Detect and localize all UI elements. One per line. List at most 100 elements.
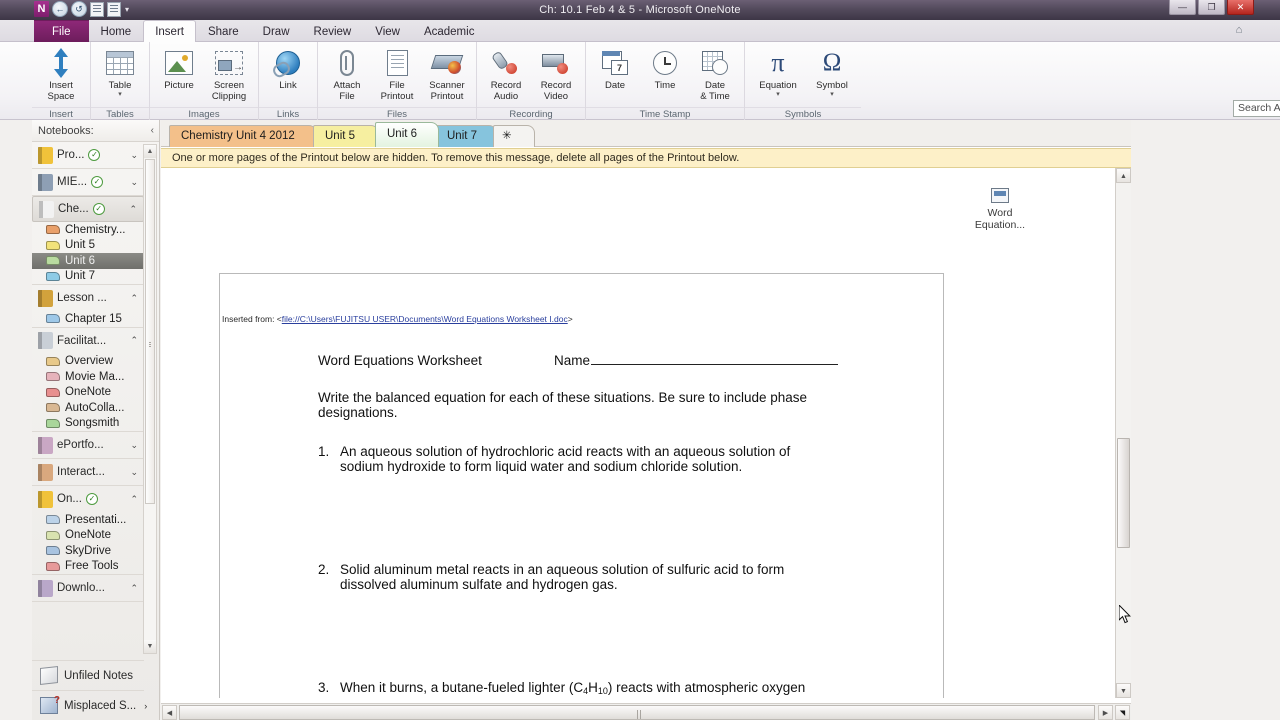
section-tabs[interactable]: Chemistry Unit 4 2012 Unit 5 Unit 6 Unit 7 ✳: [161, 120, 1131, 147]
ribbon-button-date-&-time[interactable]: Date & Time: [691, 46, 739, 102]
section-item-overview[interactable]: Overview: [32, 354, 144, 370]
section-tab-unit5[interactable]: Unit 5: [313, 125, 379, 147]
section-item-skydrive[interactable]: SkyDrive: [32, 543, 144, 559]
chevron-down-icon[interactable]: ⌄: [130, 150, 140, 161]
canvas-hscroll-thumb[interactable]: [179, 705, 1095, 720]
section-item-chapter15[interactable]: Chapter 15: [32, 311, 144, 327]
notebook-item-facilitat[interactable]: Facilitat... ⌃: [32, 328, 144, 354]
ribbon-group-items: π Equation ▾ Ω Symbol ▾: [745, 42, 861, 107]
notebook-list[interactable]: Pro... ✓ ⌄ MIE... ✓ ⌄ Che... ✓ ⌃ Chemistry... Unit…: [32, 142, 144, 660]
canvas-scroll-left-icon[interactable]: ◀: [162, 705, 177, 720]
notebook-item-on[interactable]: On... ✓ ⌃: [32, 486, 144, 512]
section-tab-unit7[interactable]: Unit 7: [435, 125, 497, 147]
section-item-onenote[interactable]: OneNote: [32, 385, 144, 401]
chevron-down-icon[interactable]: ⌄: [130, 467, 140, 478]
ribbon-button-date[interactable]: 7 Date: [591, 46, 639, 91]
canvas-scroll-thumb[interactable]: [1117, 438, 1130, 548]
chevron-down-icon[interactable]: ⌄: [130, 177, 140, 188]
section-item-unit7[interactable]: Unit 7: [32, 269, 144, 285]
ribbon-button-screen-clipping[interactable]: ScreenClipping: [205, 46, 253, 102]
chevron-right-icon[interactable]: ›: [144, 701, 147, 711]
page-canvas[interactable]: Word Equation... Inserted from: <file://…: [161, 168, 1131, 698]
minimize-button[interactable]: —: [1169, 0, 1196, 15]
chevron-up-icon[interactable]: ⌃: [130, 494, 140, 505]
ribbon-button-table[interactable]: Table ▾: [96, 46, 144, 98]
section-label: Songsmith: [65, 417, 120, 430]
ribbon-tab-insert[interactable]: Insert: [143, 20, 196, 42]
nav-link-unfilednotes[interactable]: Unfiled Notes: [32, 660, 144, 690]
section-tab-[interactable]: ✳: [493, 125, 535, 147]
help-icon[interactable]: ⌂: [1232, 23, 1246, 37]
canvas-scroll-right-icon[interactable]: ▶: [1098, 705, 1113, 720]
ribbon-button-attach-file[interactable]: Attach File: [323, 46, 371, 102]
close-button[interactable]: ✕: [1227, 0, 1254, 15]
section-tab-unit6[interactable]: Unit 6: [375, 122, 439, 147]
ribbon-tab-review[interactable]: Review: [302, 20, 364, 42]
section-item-onenote[interactable]: OneNote: [32, 528, 144, 544]
ribbon-tab-home[interactable]: Home: [89, 20, 144, 42]
search-input[interactable]: Search All Notebooks (Ctrl+E) ⚲: [1233, 100, 1280, 117]
section-item-unit5[interactable]: Unit 5: [32, 238, 144, 254]
chevron-down-icon[interactable]: ▾: [776, 91, 780, 98]
ribbon-button-picture[interactable]: Picture: [155, 46, 203, 91]
window-controls[interactable]: — ❐ ✕: [1169, 0, 1254, 15]
nav-bottom-links[interactable]: Unfiled Notes Misplaced S... ›: [32, 660, 147, 720]
section-item-unit6[interactable]: Unit 6: [32, 253, 144, 269]
chevron-up-icon[interactable]: ⌃: [130, 335, 140, 346]
chevron-down-icon[interactable]: ⌄: [130, 440, 140, 451]
section-item-freetools[interactable]: Free Tools: [32, 559, 144, 575]
ribbon-tab-academic[interactable]: Academic: [412, 20, 487, 42]
ribbon-button-scanner-printout[interactable]: Scanner Printout: [423, 46, 471, 102]
inserted-file-link[interactable]: file://C:\Users\FUJITSU USER\Documents\W…: [282, 314, 568, 324]
section-label: Free Tools: [65, 560, 119, 573]
ribbon-button-record-video[interactable]: Record Video: [532, 46, 580, 102]
ribbon-button-insert-space[interactable]: Insert Space: [37, 46, 85, 102]
resize-corner-icon[interactable]: ◥: [1115, 705, 1130, 720]
nav-scrollbar[interactable]: ▲ ▼: [143, 144, 157, 654]
section-item-presentati[interactable]: Presentati...: [32, 512, 144, 528]
ribbon-group-items: Record Audio Record Video: [477, 42, 585, 107]
ribbon-tab-file[interactable]: File: [34, 20, 89, 42]
notebook-item-eportfo[interactable]: ePortfo... ⌄: [32, 432, 144, 458]
ribbon-button-file-printout[interactable]: File Printout: [373, 46, 421, 102]
notebook-item-pro[interactable]: Pro... ✓ ⌄: [32, 142, 144, 168]
ribbon-button-time[interactable]: Time: [641, 46, 689, 91]
ribbon-tab-share[interactable]: Share: [196, 20, 251, 42]
section-item-autocolla[interactable]: AutoColla...: [32, 400, 144, 416]
notebook-item-interact[interactable]: Interact... ⌄: [32, 459, 144, 485]
chevron-down-icon[interactable]: ▾: [118, 91, 122, 98]
ribbon-button-link[interactable]: Link: [264, 46, 312, 91]
section-item-moviema[interactable]: Movie Ma...: [32, 369, 144, 385]
nav-scroll-down-icon[interactable]: ▼: [144, 640, 156, 653]
ribbon-tabs[interactable]: File Home Insert Share Draw Review View Academi…: [34, 20, 486, 42]
notebook-item-mie[interactable]: MIE... ✓ ⌄: [32, 169, 144, 195]
chevron-down-icon[interactable]: ⌃: [130, 583, 140, 594]
canvas-scroll-up-icon[interactable]: ▲: [1116, 168, 1131, 183]
printout-container[interactable]: Inserted from: <file://C:\Users\FUJITSU …: [219, 273, 944, 698]
ribbon-button-symbol[interactable]: Ω Symbol ▾: [808, 46, 856, 99]
stamp-line2: Equation...: [974, 219, 1026, 231]
notebook-item-che[interactable]: Che... ✓ ⌃: [32, 196, 144, 222]
section-item-chemistry[interactable]: Chemistry...: [32, 222, 144, 238]
ribbon-tab-view[interactable]: View: [363, 20, 412, 42]
canvas-horizontal-scrollbar[interactable]: ◀ ▶ ◥: [161, 703, 1131, 720]
section-item-songsmith[interactable]: Songsmith: [32, 416, 144, 432]
section-tab-chemistryunit42012[interactable]: Chemistry Unit 4 2012: [169, 125, 317, 147]
word-equation-stamp[interactable]: Word Equation...: [961, 188, 1039, 231]
collapse-nav-icon[interactable]: ‹: [151, 125, 154, 136]
date-icon: 7: [602, 46, 628, 80]
maximize-button[interactable]: ❐: [1198, 0, 1225, 15]
canvas-scroll-down-icon[interactable]: ▼: [1116, 683, 1131, 698]
notebook-item-lesson[interactable]: Lesson ... ⌃: [32, 285, 144, 311]
notebook-item-downlo[interactable]: Downlo... ⌃: [32, 575, 144, 601]
ribbon-button-equation[interactable]: π Equation ▾: [750, 46, 806, 99]
ribbon-tab-draw[interactable]: Draw: [251, 20, 302, 42]
chevron-up-icon[interactable]: ⌃: [129, 204, 139, 215]
nav-scroll-thumb[interactable]: [145, 159, 155, 504]
nav-scroll-up-icon[interactable]: ▲: [144, 145, 156, 158]
chevron-down-icon[interactable]: ▾: [830, 91, 834, 98]
worksheet-title: Word Equations Worksheet: [318, 353, 482, 368]
nav-link-misplaceds[interactable]: Misplaced S... ›: [32, 690, 147, 720]
chevron-up-icon[interactable]: ⌃: [130, 293, 140, 304]
ribbon-button-record-audio[interactable]: Record Audio: [482, 46, 530, 102]
